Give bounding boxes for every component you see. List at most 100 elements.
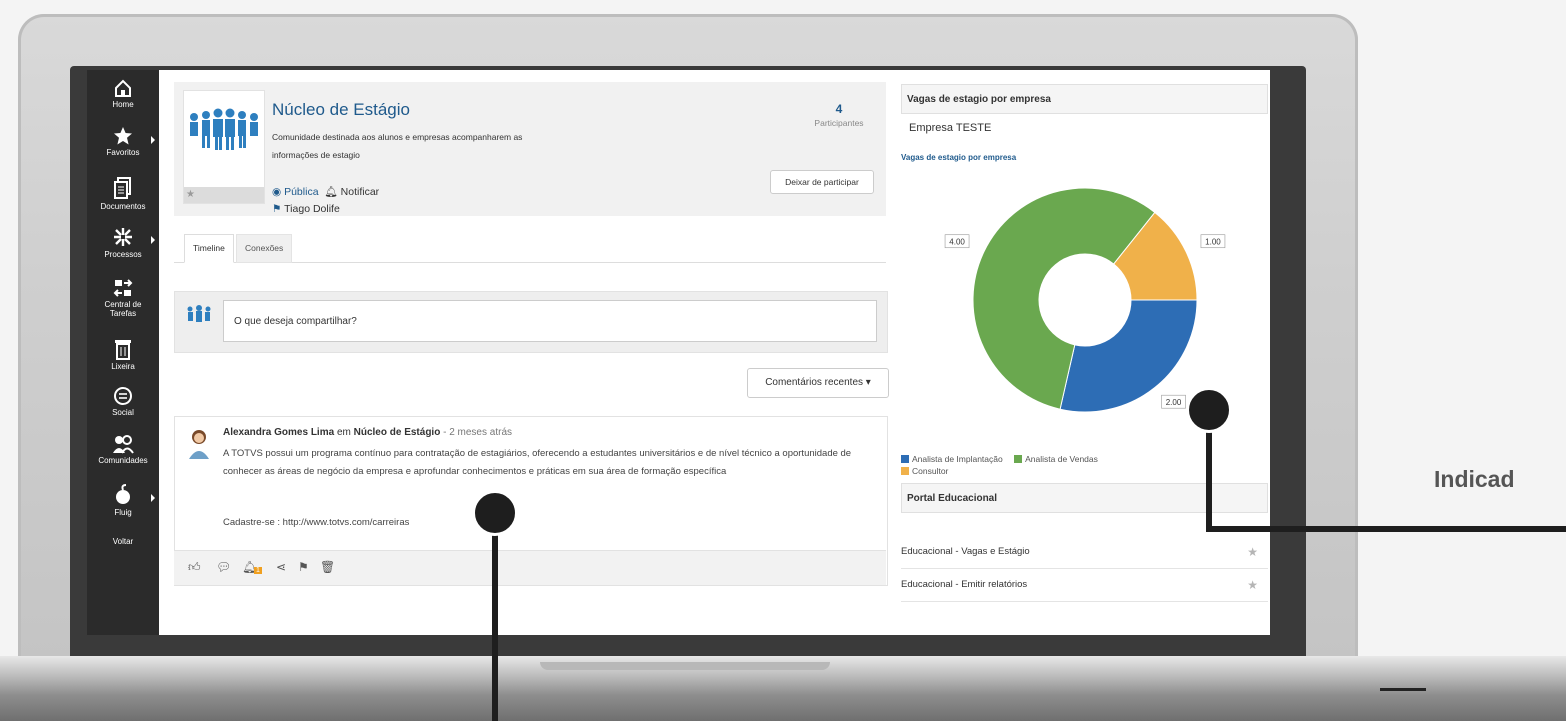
community-owner-row: ⚑ Tiago Dolife (272, 203, 340, 215)
social-icon (114, 387, 132, 405)
sidebar-item-label: Documentos (100, 202, 146, 211)
community-visibility-row: ◉ Pública 🔔︎ Notificar (272, 185, 379, 198)
data-label: 4.00 (944, 234, 970, 249)
fluig-icon (116, 484, 130, 504)
post-time: - 2 meses atrás (443, 427, 513, 438)
notify-link[interactable]: Notificar (341, 186, 380, 198)
community-avatar-icon (187, 305, 211, 322)
comment-icon[interactable]: 💬︎ (216, 560, 231, 574)
community-group-icon (190, 108, 258, 150)
svg-text:2.00: 2.00 (1166, 398, 1182, 407)
company-name: Empresa TESTE (909, 122, 992, 134)
caret-right-icon (151, 136, 155, 144)
sidebar-item-label: Processos (104, 250, 142, 259)
sidebar-item-favoritos[interactable]: Favoritos (87, 126, 159, 157)
bell-icon: 🔔︎ (324, 186, 338, 198)
leave-community-button[interactable]: Deixar de participar (770, 170, 874, 194)
right-column: Vagas de estagio por empresa Empresa TES… (901, 70, 1270, 635)
flag-icon[interactable]: ⚑ (298, 560, 309, 574)
sidebar: Home Favoritos Documentos Processos Cent… (87, 70, 159, 635)
data-label: 2.00 (1161, 394, 1186, 409)
tab-conexoes[interactable]: Conexões (236, 234, 293, 263)
sidebar-item-label: Lixeira (111, 362, 135, 371)
tab-timeline[interactable]: Timeline (184, 234, 234, 263)
laptop-notch (540, 662, 830, 670)
community-description: Comunidade destinada aos alunos e empres… (272, 132, 523, 160)
callout-line (1206, 526, 1566, 532)
sidebar-item-documentos[interactable]: Documentos (87, 176, 159, 211)
processes-icon (114, 228, 132, 246)
sidebar-item-processos[interactable]: Processos (87, 226, 159, 259)
tasks-icon (113, 279, 133, 297)
share-icon[interactable]: ⋖ (276, 560, 286, 574)
sidebar-item-label: Comunidades (98, 456, 148, 465)
sidebar-item-home[interactable]: Home (87, 78, 159, 109)
post-community[interactable]: Núcleo de Estágio (354, 427, 441, 438)
vacancies-panel-title: Vagas de estagio por empresa (901, 84, 1268, 114)
favorite-star-icon[interactable]: ★ (1247, 569, 1258, 601)
visibility-link[interactable]: Pública (284, 186, 318, 198)
community-header: ★ Núcleo de Estágio Comunidade destinada… (174, 82, 886, 216)
sidebar-item-central-de-tarefas[interactable]: Central de Tarefas (87, 278, 159, 318)
home-icon (115, 79, 131, 97)
post-author[interactable]: Alexandra Gomes Lima (223, 427, 334, 438)
star-icon (114, 127, 132, 145)
post-link[interactable]: Cadastre-se : http://www.totvs.com/carre… (223, 517, 409, 528)
sidebar-item-comunidades[interactable]: Comunidades (87, 434, 159, 465)
recent-comments-dropdown[interactable]: Comentários recentes ▾ (747, 368, 889, 398)
communities-icon (113, 435, 134, 454)
sidebar-item-label: Home (112, 100, 134, 109)
ribbon-icon: ⚑ (272, 203, 282, 215)
owner-name[interactable]: Tiago Dolife (284, 203, 340, 215)
sidebar-item-label: Fluig (114, 508, 132, 517)
main-content: ★ Núcleo de Estágio Comunidade destinada… (159, 70, 1270, 635)
svg-text:1.00: 1.00 (1205, 238, 1221, 247)
community-logo: ★ (183, 90, 265, 204)
avatar[interactable] (187, 427, 211, 459)
post-body: A TOTVS possui um programa contínuo para… (223, 448, 852, 477)
legend-item: Analista de Implantação (901, 454, 1003, 464)
post-actions: 👍︎ 💬︎ 🔔︎ 1 ⋖ ⚑ 🗑︎ (174, 550, 886, 585)
callout-marker (472, 490, 518, 536)
delete-icon[interactable]: 🗑︎ (320, 560, 335, 574)
sidebar-item-social[interactable]: Social (87, 386, 159, 417)
sidebar-item-voltar[interactable]: Voltar (87, 537, 159, 546)
svg-text:4.00: 4.00 (949, 238, 965, 247)
portal-item[interactable]: Educacional - Emitir relatórios ★ (901, 569, 1268, 602)
caret-right-icon (151, 236, 155, 244)
sidebar-item-lixeira[interactable]: Lixeira (87, 338, 159, 371)
tab-bar: Timeline Conexões (174, 234, 886, 263)
chart-legend: Analista de Implantação Analista de Vend… (901, 453, 1161, 477)
globe-icon: ◉ (272, 186, 282, 198)
post-header: Alexandra Gomes Lima em Núcleo de Estági… (223, 427, 512, 438)
sidebar-item-label: Voltar (112, 537, 134, 546)
participants-count[interactable]: 4 (794, 102, 884, 116)
portal-item[interactable]: Educacional - Vagas e Estágio ★ (901, 536, 1268, 569)
data-label: 1.00 (1200, 234, 1226, 249)
share-input[interactable]: O que deseja compartilhar? (223, 300, 877, 342)
notification-badge: 1 (254, 567, 262, 574)
favorite-star-icon[interactable]: ★ (184, 187, 264, 203)
sidebar-item-label: Favoritos (106, 148, 140, 157)
portal-panel-title: Portal Educacional (901, 483, 1268, 513)
callout-marker (1186, 387, 1232, 433)
laptop-edge (1380, 688, 1426, 691)
documents-icon (114, 177, 131, 199)
post-in-word: em (336, 427, 351, 438)
legend-item: Consultor (901, 466, 948, 476)
sidebar-item-label: Central de Tarefas (104, 300, 142, 318)
callout-label: Indicad (1434, 466, 1515, 492)
legend-item: Analista de Vendas (1014, 454, 1098, 464)
sidebar-item-fluig[interactable]: Fluig (87, 484, 159, 517)
favorite-star-icon[interactable]: ★ (1247, 536, 1258, 568)
chart-title: Vagas de estagio por empresa (901, 153, 1017, 162)
community-title: Núcleo de Estágio (272, 100, 410, 119)
callout-line (492, 510, 498, 721)
participants-label: Participantes (814, 118, 864, 128)
screen: Home Favoritos Documentos Processos Cent… (87, 70, 1270, 635)
trash-icon (115, 340, 131, 360)
sidebar-item-label: Social (112, 408, 134, 417)
caret-right-icon (151, 494, 155, 502)
like-icon[interactable]: 👍︎ (188, 560, 201, 575)
share-box: O que deseja compartilhar? (174, 291, 888, 353)
